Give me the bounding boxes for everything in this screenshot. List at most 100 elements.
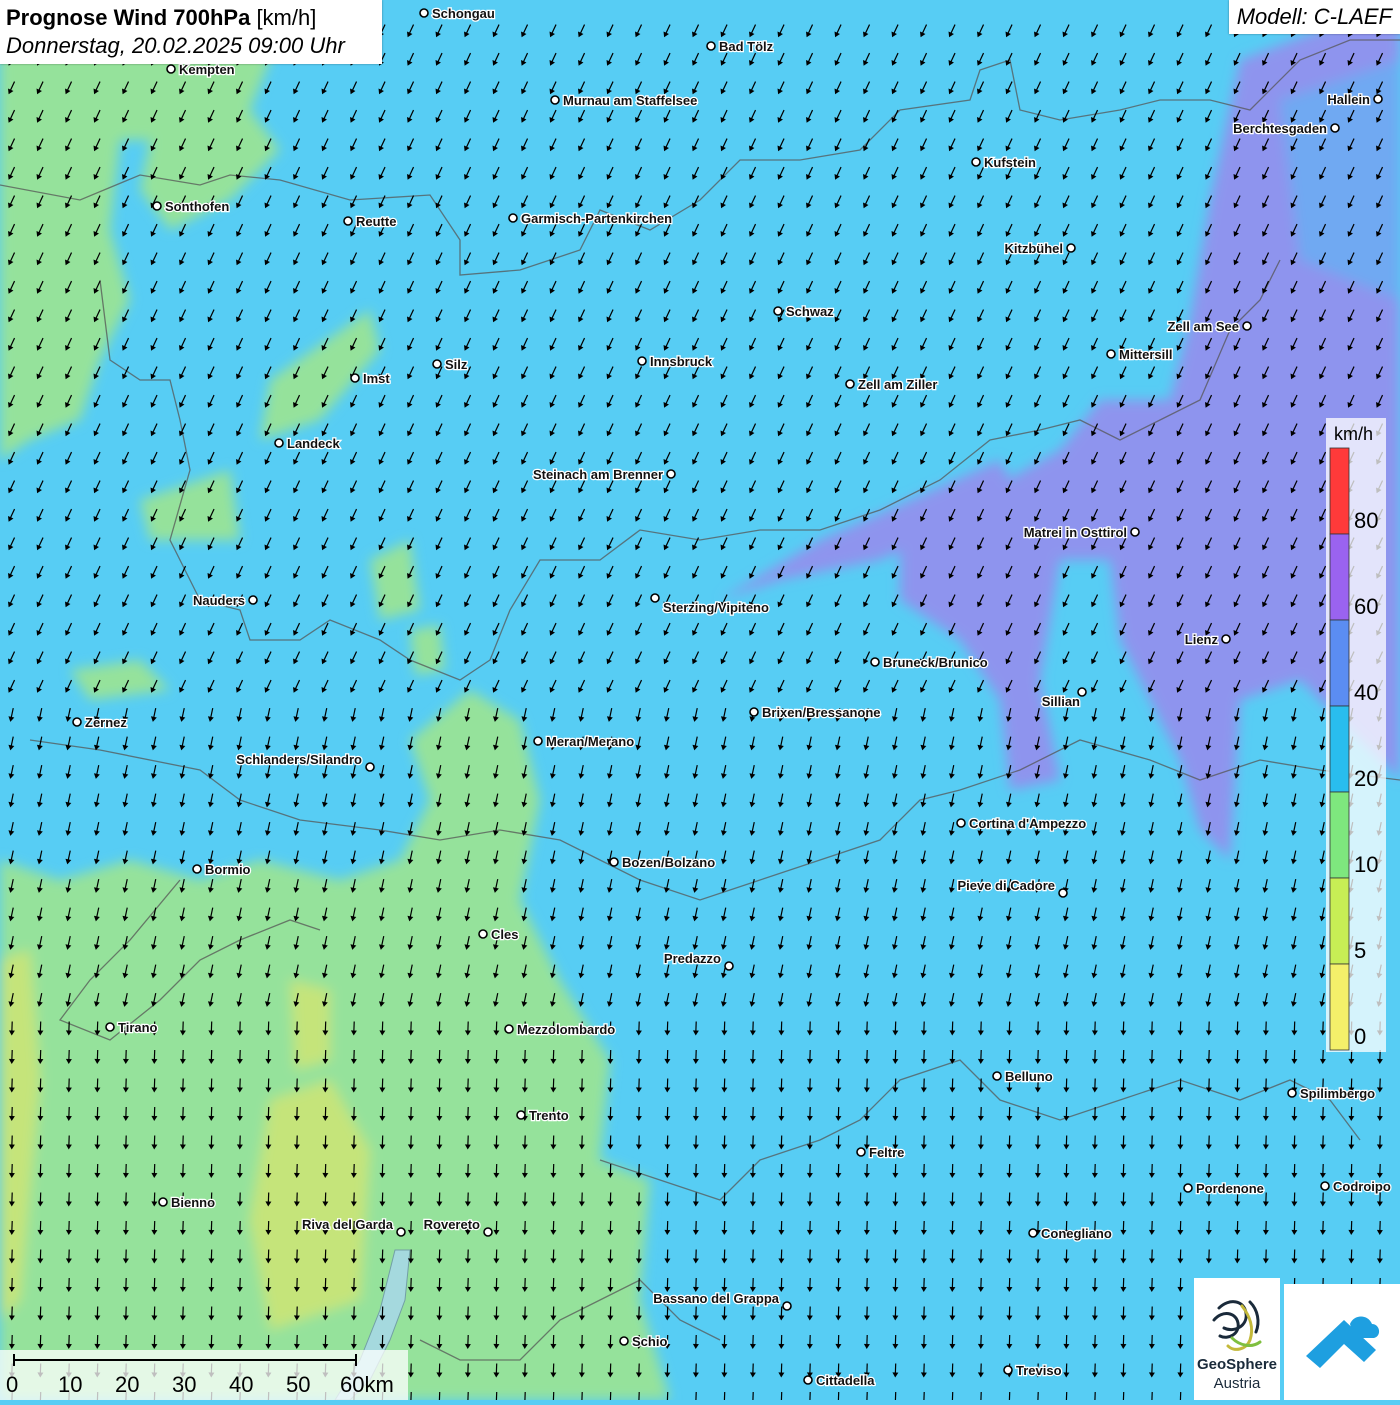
wind-map: Schongau Bad Tölz Kempten Murnau am Staffel…	[0, 0, 1400, 1400]
city-dot	[193, 865, 201, 873]
city-label: Steinach am Brenner	[533, 467, 663, 482]
city-dot	[857, 1148, 865, 1156]
city-label: Sterzing/Vipiteno	[663, 600, 769, 615]
title-line: Prognose Wind 700hPa [km/h]	[6, 4, 376, 32]
scale-label-0: 0	[6, 1372, 18, 1398]
scale-label-40: 40	[229, 1372, 253, 1398]
city-dot	[1374, 95, 1382, 103]
city-label: Codroipo	[1333, 1179, 1391, 1194]
city-label: Innsbruck	[650, 354, 713, 369]
city-label: Reutte	[356, 214, 396, 229]
scale-label-10: 10	[58, 1372, 82, 1398]
city-marker: Murnau am Staffelsee	[551, 93, 697, 108]
city-marker: Matrei in Osttirol	[1024, 525, 1139, 540]
city-dot	[517, 1111, 525, 1119]
city-dot	[505, 1025, 513, 1033]
city-dot	[638, 357, 646, 365]
city-label: Bormio	[205, 862, 251, 877]
city-label: Bad Tölz	[719, 39, 774, 54]
city-dot	[249, 596, 257, 604]
city-dot	[275, 439, 283, 447]
scale-label-50: 50	[286, 1372, 310, 1398]
city-dot	[1067, 244, 1075, 252]
city-label: Conegliano	[1041, 1226, 1112, 1241]
city-label: Spilimbergo	[1300, 1086, 1375, 1101]
city-dot	[534, 737, 542, 745]
legend-swatch	[1330, 620, 1349, 706]
austria-text: Austria	[1194, 1375, 1280, 1392]
city-label: Schongau	[432, 6, 495, 21]
legend-swatch	[1330, 534, 1349, 620]
city-label: Meran/Merano	[546, 734, 634, 749]
city-label: Bruneck/Brunico	[883, 655, 988, 670]
city-dot	[1243, 322, 1251, 330]
scale-label-60km: 60km	[340, 1372, 394, 1398]
city-dot	[1059, 889, 1067, 897]
city-dot	[73, 718, 81, 726]
city-dot	[993, 1072, 1001, 1080]
weather-app-logo	[1284, 1284, 1400, 1400]
city-label: Kufstein	[984, 155, 1036, 170]
city-marker: Cortina d'Ampezzo	[957, 816, 1086, 831]
city-marker: Berchtesgaden	[1233, 121, 1339, 136]
city-label: Belluno	[1005, 1069, 1053, 1084]
city-dot	[957, 819, 965, 827]
legend-label: 20	[1354, 766, 1378, 791]
city-dot	[804, 1376, 812, 1384]
city-dot	[397, 1228, 405, 1236]
legend-label: 5	[1354, 938, 1366, 963]
city-label: Hallein	[1327, 92, 1370, 107]
city-dot	[1184, 1184, 1192, 1192]
city-dot	[1321, 1182, 1329, 1190]
city-dot	[433, 360, 441, 368]
city-label: Bozen/Bolzano	[622, 855, 715, 870]
city-dot	[783, 1302, 791, 1310]
city-dot	[153, 202, 161, 210]
city-dot	[610, 858, 618, 866]
legend-label: 10	[1354, 852, 1378, 877]
city-label: Landeck	[287, 436, 341, 451]
legend-label: 0	[1354, 1024, 1366, 1049]
city-dot	[420, 9, 428, 17]
city-marker: Zell am Ziller	[846, 377, 937, 392]
city-marker: Mezzolombardo	[505, 1022, 615, 1037]
title-box: Prognose Wind 700hPa [km/h] Donnerstag, …	[0, 0, 382, 64]
city-label: Pordenone	[1196, 1181, 1264, 1196]
city-label: Treviso	[1016, 1363, 1062, 1378]
geosphere-text: GeoSphere	[1194, 1356, 1280, 1373]
legend-colorbar: 806040201050	[1326, 418, 1386, 1052]
city-marker: Steinach am Brenner	[533, 467, 675, 482]
city-dot	[106, 1023, 114, 1031]
city-marker: Meran/Merano	[534, 734, 634, 749]
forecast-datetime: Donnerstag, 20.02.2025 09:00 Uhr	[6, 32, 376, 60]
city-marker: Schongau	[420, 6, 495, 21]
city-marker: Bozen/Bolzano	[610, 855, 715, 870]
city-label: Cortina d'Ampezzo	[969, 816, 1086, 831]
city-marker: Garmisch-Partenkirchen	[509, 211, 672, 226]
geosphere-emblem-icon	[1194, 1288, 1280, 1358]
city-label: Silz	[445, 357, 468, 372]
city-label: Murnau am Staffelsee	[563, 93, 697, 108]
city-dot	[1131, 528, 1139, 536]
city-label: Kempten	[179, 62, 235, 77]
city-label: Zell am See	[1167, 319, 1239, 334]
legend-swatch	[1330, 706, 1349, 792]
scale-bar: 0 10 20 30 40 50 60km	[0, 1350, 408, 1400]
city-dot	[725, 962, 733, 970]
city-marker: Conegliano	[1029, 1226, 1112, 1241]
city-dot	[1331, 124, 1339, 132]
city-label: Feltre	[869, 1145, 904, 1160]
city-dot	[1107, 350, 1115, 358]
city-dot	[344, 217, 352, 225]
city-dot	[1222, 635, 1230, 643]
city-label: Garmisch-Partenkirchen	[521, 211, 672, 226]
city-label: Schwaz	[786, 304, 834, 319]
city-marker: Zell am See	[1167, 319, 1251, 334]
city-dot	[871, 658, 879, 666]
city-dot	[667, 470, 675, 478]
scale-label-20: 20	[115, 1372, 139, 1398]
city-label: Sillian	[1042, 694, 1080, 709]
city-label: Cles	[491, 927, 518, 942]
city-dot	[1029, 1229, 1037, 1237]
city-label: Mittersill	[1119, 347, 1172, 362]
